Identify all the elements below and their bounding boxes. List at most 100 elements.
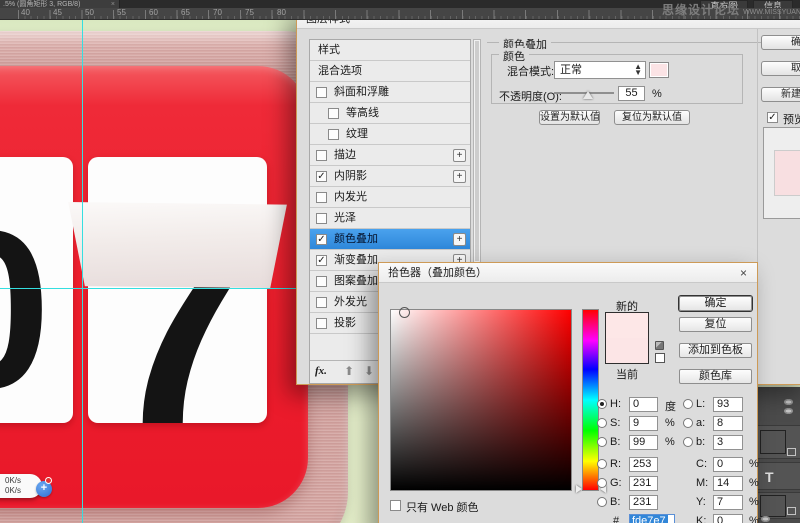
checkbox[interactable] [316,213,327,224]
watermark-site-name: 思缘设计论坛 [662,3,740,17]
style-item-blending-options[interactable]: 混合选项 [310,61,470,82]
layer-row[interactable] [758,492,800,519]
layer-thumbnail[interactable] [760,430,786,454]
checkbox[interactable] [316,276,327,287]
color-libraries-button[interactable]: 颜色库 [679,369,752,384]
move-effect-up-button[interactable]: ⬆ [344,364,354,378]
style-item-color-overlay[interactable]: ✓颜色叠加+ [310,229,470,250]
y-input[interactable]: 7 [713,495,743,510]
checkbox[interactable] [316,297,327,308]
style-item-stroke[interactable]: 描边+ [310,145,470,166]
color-picker-title[interactable]: 拾色器（叠加颜色） [379,263,757,283]
color-field-marker[interactable] [399,307,410,318]
l-radio[interactable] [683,399,693,409]
dropdown-arrows-icon: ▲▼ [634,64,642,76]
hex-row: # fde7e7 K:0% [597,514,759,523]
web-safe-color-swatch[interactable] [655,353,665,363]
style-item-inner-shadow[interactable]: ✓内阴影+ [310,166,470,187]
style-item-styles[interactable]: 样式 [310,40,470,61]
checkbox[interactable]: ✓ [316,255,327,266]
preview-checkbox[interactable]: ✓ [767,112,778,123]
photoshop-window: 0 7 T 0K/s 0K/s + 图层样式 样式 [0,0,800,523]
fx-label[interactable]: fx. [315,365,327,377]
make-default-button[interactable]: 设置为默认值 [539,110,600,125]
a-input[interactable]: 8 [713,416,743,431]
vertical-guide[interactable] [82,20,83,523]
reset-default-button[interactable]: 复位为默认值 [614,110,690,125]
opacity-input[interactable]: 55 [618,86,645,101]
m-input[interactable]: 14 [713,476,743,491]
flip-card-right: 7 [88,157,267,423]
r-input[interactable]: 253 [629,457,658,472]
checkbox[interactable] [328,129,339,140]
b-input[interactable]: 99 [629,435,658,450]
watermark-site-url: WWW.MISSYUAN.COM [743,9,800,16]
add-to-swatches-button[interactable]: 添加到色板 [679,343,752,358]
style-item-texture[interactable]: 纹理 [310,124,470,145]
s-radio[interactable] [597,418,607,428]
eye-icon[interactable] [784,399,793,405]
rgb-g-row: G:231 M:14% [597,476,759,492]
document-tab[interactable]: .5% (圆角矩形 3, RGB/8) × [0,0,120,8]
cancel-button[interactable]: 取消 [761,61,800,76]
overlay-color-swatch[interactable] [649,62,669,78]
style-item-contour[interactable]: 等高线 [310,103,470,124]
layers-panel: T [757,387,800,523]
ok-button[interactable]: 确定 [679,296,752,311]
checkbox[interactable]: ✓ [316,171,327,182]
checkbox[interactable] [316,192,327,203]
hex-input[interactable]: fde7e7 [629,514,675,523]
s-input[interactable]: 9 [629,416,658,431]
saturation-brightness-field[interactable] [390,309,572,491]
lab-b-radio[interactable] [683,437,693,447]
l-input[interactable]: 93 [713,397,743,412]
g-input[interactable]: 231 [629,476,658,491]
checkbox[interactable] [316,87,327,98]
current-color-swatch [606,338,648,363]
style-item-satin[interactable]: 光泽 [310,208,470,229]
ok-button[interactable]: 确定 [761,35,800,50]
c-input[interactable]: 0 [713,457,743,472]
blend-mode-select[interactable]: 正常 ▲▼ [554,61,646,79]
eye-icon[interactable] [784,408,793,414]
web-colors-only-checkbox[interactable] [390,500,401,511]
rgb-b-radio[interactable] [597,497,607,507]
flip-fold-layer [66,202,288,288]
blend-mode-label: 混合模式: [507,63,554,79]
reset-button[interactable]: 复位 [679,317,752,332]
flip-card-left: 0 [0,157,73,423]
lab-b-input[interactable]: 3 [713,435,743,450]
k-input[interactable]: 0 [713,514,743,523]
a-radio[interactable] [683,418,693,428]
opacity-slider-thumb[interactable] [583,91,593,99]
add-instance-button[interactable]: + [453,233,466,246]
b-radio[interactable] [597,437,607,447]
eye-icon[interactable] [761,516,770,522]
checkbox[interactable] [316,318,327,329]
checkbox[interactable] [316,150,327,161]
digit-left: 0 [0,197,73,422]
checkbox[interactable] [328,108,339,119]
layer-thumbnail[interactable] [760,495,786,517]
move-effect-down-button[interactable]: ⬇ [364,364,374,378]
layer-row[interactable] [758,425,800,459]
checkbox[interactable]: ✓ [316,234,327,245]
new-style-button[interactable]: 新建样式 [761,87,800,102]
style-item-inner-glow[interactable]: 内发光 [310,187,470,208]
text-layer-row[interactable]: T [758,462,800,490]
close-icon[interactable]: × [740,266,747,280]
upload-speed: 0K/s [5,476,21,485]
add-instance-button[interactable]: + [453,149,466,162]
download-speed: 0K/s [5,486,21,495]
add-instance-button[interactable]: + [453,170,466,183]
web-gamut-warning-icon[interactable] [655,341,664,350]
tab-close-icon[interactable]: × [111,0,115,8]
rgb-b-input[interactable]: 231 [629,495,658,510]
g-radio[interactable] [597,478,607,488]
hue-slider-arrow-left[interactable] [576,485,582,493]
h-input[interactable]: 0 [629,397,658,412]
hsb-s-row: S:9% a:8 [597,416,759,432]
r-radio[interactable] [597,459,607,469]
style-item-bevel-emboss[interactable]: 斜面和浮雕 [310,82,470,103]
h-radio[interactable] [597,399,607,409]
